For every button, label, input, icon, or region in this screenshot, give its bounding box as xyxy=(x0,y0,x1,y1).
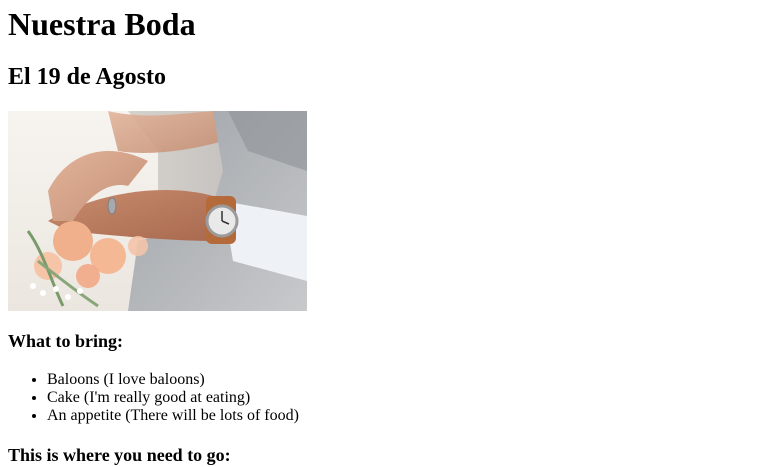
list-item: Cake (I'm really good at eating) xyxy=(47,389,299,407)
wedding-photo-image xyxy=(8,111,307,311)
what-to-bring-heading: What to bring: xyxy=(8,331,124,351)
list-item: Baloons (I love baloons) xyxy=(47,371,299,389)
what-to-bring-list: Baloons (I love baloons) Cake (I'm reall… xyxy=(8,371,299,425)
wedding-photo xyxy=(8,111,307,311)
list-item: An appetite (There will be lots of food) xyxy=(47,407,299,425)
location-heading: This is where you need to go: xyxy=(8,445,231,465)
wedding-date: El 19 de Agosto xyxy=(8,64,167,90)
page-title: Nuestra Boda xyxy=(8,6,196,42)
